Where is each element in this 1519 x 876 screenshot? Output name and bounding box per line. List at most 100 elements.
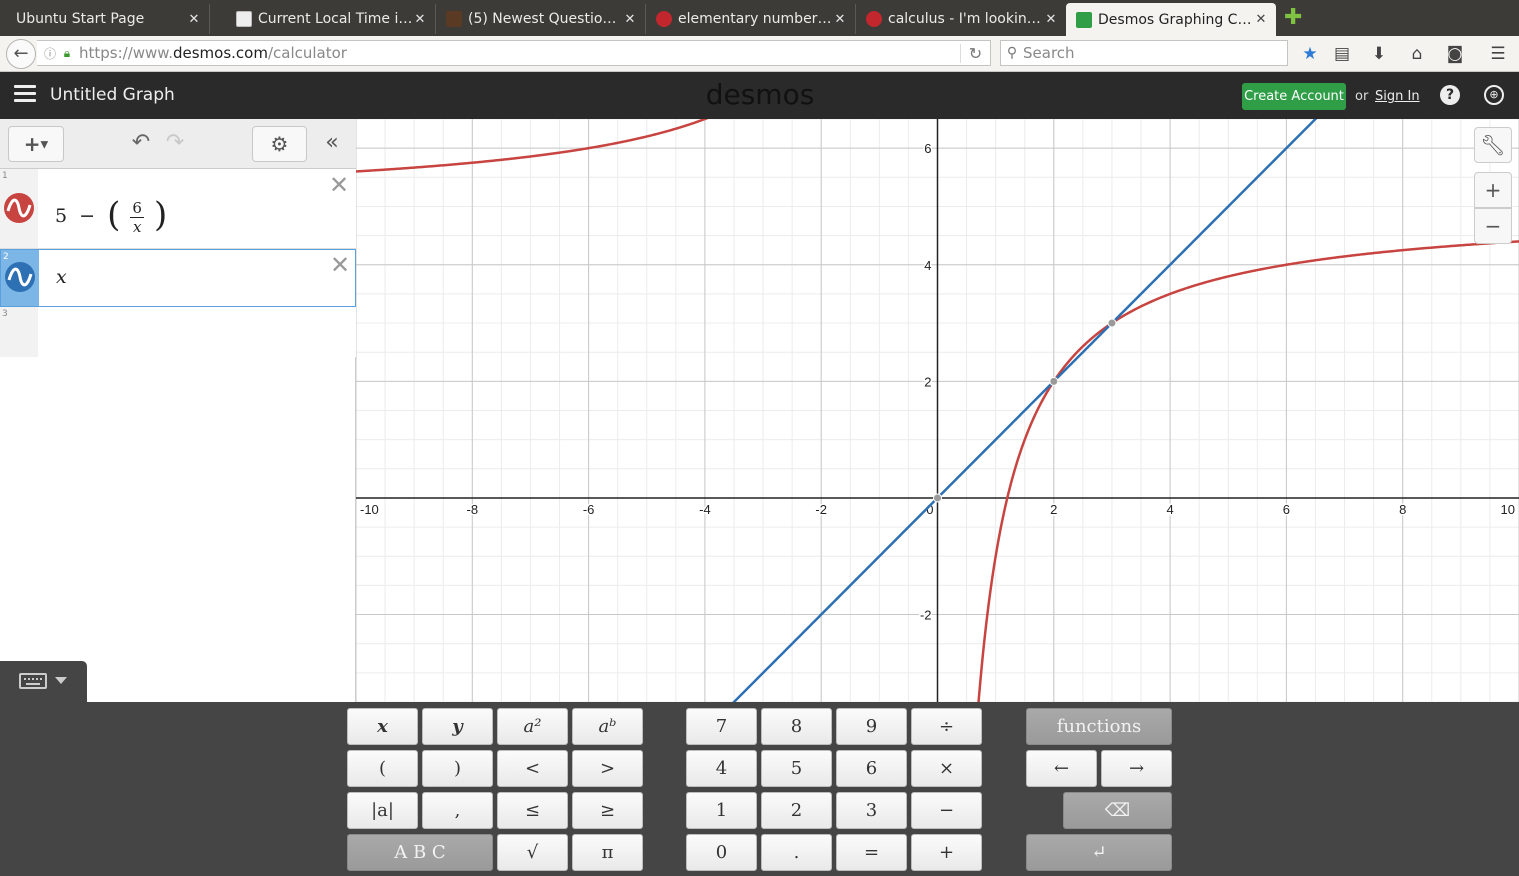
keypad-toggle-button[interactable] (0, 661, 87, 702)
key-4[interactable]: 4 (686, 750, 757, 787)
backspace-icon[interactable]: ⌫ (1063, 792, 1172, 829)
create-account-button[interactable]: Create Account (1242, 83, 1346, 110)
key-9[interactable]: 9 (836, 708, 907, 745)
key-8[interactable]: 8 (761, 708, 832, 745)
delete-expression-icon[interactable]: ✕ (328, 173, 350, 197)
key-plus[interactable]: + (911, 834, 982, 871)
undo-icon[interactable]: ↶ (126, 128, 156, 158)
math-expression-2[interactable]: x (56, 266, 67, 288)
search-placeholder: Search (1023, 44, 1075, 62)
enter-icon[interactable]: ↵ (1026, 834, 1172, 871)
lock-icon[interactable]: 🔒︎ (59, 46, 75, 61)
expression-item-2[interactable]: 2 x ✕ (0, 249, 356, 307)
delete-expression-icon[interactable]: ✕ (329, 253, 351, 277)
key-decimal[interactable]: . (761, 834, 832, 871)
tab-desmos[interactable]: Desmos Graphing C… ✕ (1066, 3, 1276, 36)
zoom-in-icon[interactable]: + (1474, 172, 1512, 208)
home-icon[interactable]: ⌂ (1405, 42, 1429, 66)
close-tab-icon[interactable]: ✕ (623, 12, 637, 27)
fraction-denominator: x (132, 217, 142, 236)
key-equals[interactable]: = (836, 834, 907, 871)
graph-settings-wrench-icon[interactable]: 🔧︎ (1474, 127, 1512, 163)
cursor-right-arrow-icon[interactable]: → (1101, 750, 1172, 787)
back-arrow-icon[interactable]: ← (6, 39, 36, 69)
graph-color-icon[interactable] (4, 193, 34, 223)
sign-in-link[interactable]: Sign In (1375, 89, 1420, 104)
expression-item-3[interactable]: 3 (0, 307, 356, 357)
key-x[interactable]: x (347, 708, 418, 745)
key-3[interactable]: 3 (836, 792, 907, 829)
graph-canvas[interactable]: -10 -8 -6 -4 -2 0 2 4 6 8 10642-2 (356, 119, 1519, 702)
math-se-favicon-icon (656, 11, 672, 27)
key-1[interactable]: 1 (686, 792, 757, 829)
desmos-logo: desmos (705, 78, 815, 111)
key-right-paren[interactable]: ) (422, 750, 493, 787)
key-×[interactable]: × (911, 750, 982, 787)
download-icon[interactable]: ⬇ (1367, 42, 1391, 66)
help-icon[interactable]: ? (1440, 85, 1460, 105)
functions-button[interactable]: functions (1026, 708, 1172, 745)
graph-paper[interactable]: -10 -8 -6 -4 -2 0 2 4 6 8 10 6 4 2 -2 (356, 119, 1519, 702)
pocket-icon[interactable]: ◙ (1443, 42, 1467, 66)
redo-icon[interactable]: ↷ (160, 128, 190, 158)
close-tab-icon[interactable]: ✕ (1044, 12, 1058, 27)
tab-current-local-time[interactable]: Current Local Time i… ✕ (226, 4, 436, 34)
collapse-panel-icon[interactable]: « (318, 127, 346, 159)
key-absolute-value[interactable]: |a| (347, 792, 418, 829)
key-abc[interactable]: A B C (347, 834, 493, 871)
graph-color-icon[interactable] (5, 262, 35, 292)
tab-newest-questions[interactable]: (5) Newest Question… ✕ (436, 4, 646, 34)
search-input[interactable]: ⚲ Search (1000, 40, 1288, 66)
key-greater-equal[interactable]: ≥ (572, 792, 643, 829)
graph-title[interactable]: Untitled Graph (50, 85, 175, 105)
key-greater-than[interactable]: > (572, 750, 643, 787)
add-item-button[interactable]: +▼ (8, 126, 64, 162)
key-5[interactable]: 5 (761, 750, 832, 787)
desmos-favicon-icon (1076, 11, 1092, 28)
key-÷[interactable]: ÷ (911, 708, 982, 745)
expression-item-1[interactable]: 1 5 − ( 6 x ) ✕ (0, 169, 356, 249)
clock-favicon-icon (236, 11, 252, 27)
tab-elementary-number[interactable]: elementary number … ✕ (646, 4, 856, 34)
key-0[interactable]: 0 (686, 834, 757, 871)
key-7[interactable]: 7 (686, 708, 757, 745)
expression-gutter: 1 (0, 169, 38, 248)
key-comma[interactable]: , (422, 792, 493, 829)
key-pi[interactable]: π (572, 834, 643, 871)
key-less-than[interactable]: < (497, 750, 568, 787)
zoom-out-icon[interactable]: − (1474, 208, 1512, 244)
close-tab-icon[interactable]: ✕ (413, 12, 427, 27)
key-y[interactable]: y (422, 708, 493, 745)
tab-calculus[interactable]: calculus - I'm lookin… ✕ (856, 4, 1066, 34)
key-2[interactable]: 2 (761, 792, 832, 829)
url-prefix: https://www. (79, 44, 173, 62)
tab-ubuntu-start-page[interactable]: Ubuntu Start Page ✕ (0, 4, 210, 34)
cursor-left-arrow-icon[interactable]: ← (1026, 750, 1097, 787)
hamburger-menu-icon[interactable] (14, 85, 36, 105)
reading-list-icon[interactable]: ▤ (1330, 42, 1354, 66)
key-sqrt[interactable]: √ (497, 834, 568, 871)
math-expression-1[interactable]: 5 − ( 6 x ) (55, 195, 167, 236)
key-6[interactable]: 6 (836, 750, 907, 787)
info-icon[interactable]: ⓘ (41, 45, 59, 62)
new-tab-icon[interactable]: ✚ (1284, 7, 1302, 29)
key-a-squared[interactable]: a² (497, 708, 568, 745)
settings-gear-icon[interactable]: ⚙ (252, 126, 307, 162)
plus-icon: + (23, 132, 41, 156)
expression-number: 3 (2, 309, 8, 319)
key-less-equal[interactable]: ≤ (497, 792, 568, 829)
url-bar[interactable]: ⓘ 🔒︎ https://www.desmos.com/calculator ↻ (37, 40, 991, 66)
desmos-header: Untitled Graph desmos Create Account or … (0, 72, 1519, 119)
language-globe-icon[interactable]: ⊕ (1484, 85, 1504, 105)
key-a-power-b[interactable]: aᵇ (572, 708, 643, 745)
key-−[interactable]: − (911, 792, 982, 829)
close-tab-icon[interactable]: ✕ (187, 12, 201, 27)
star-icon[interactable]: ★ (1298, 42, 1322, 66)
expression-toolbar: +▼ ↶ ↷ ⚙ « (0, 119, 356, 169)
reload-icon[interactable]: ↻ (960, 43, 990, 63)
key-left-paren[interactable]: ( (347, 750, 418, 787)
menu-icon[interactable]: ☰ (1486, 42, 1510, 66)
close-tab-icon[interactable]: ✕ (1254, 12, 1268, 27)
close-tab-icon[interactable]: ✕ (833, 12, 847, 27)
fraction-numerator: 6 (130, 198, 144, 218)
